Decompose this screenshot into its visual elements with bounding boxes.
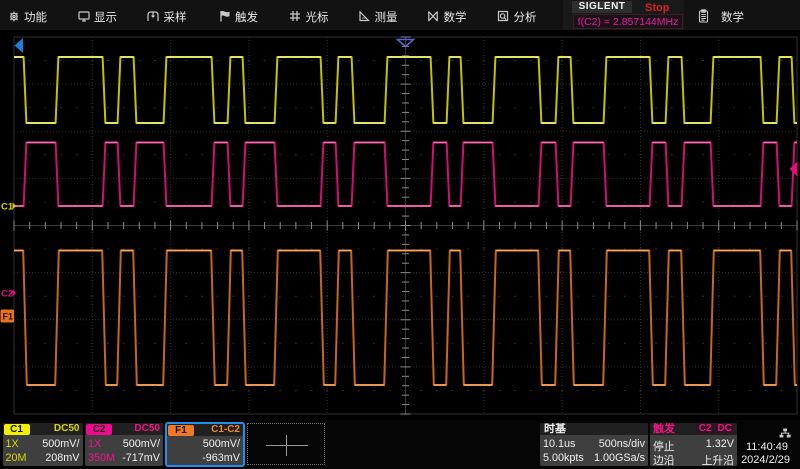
svg-text:F1: F1: [3, 312, 14, 322]
svg-text:C1: C1: [1, 202, 14, 213]
svg-text:C2: C2: [1, 289, 13, 300]
